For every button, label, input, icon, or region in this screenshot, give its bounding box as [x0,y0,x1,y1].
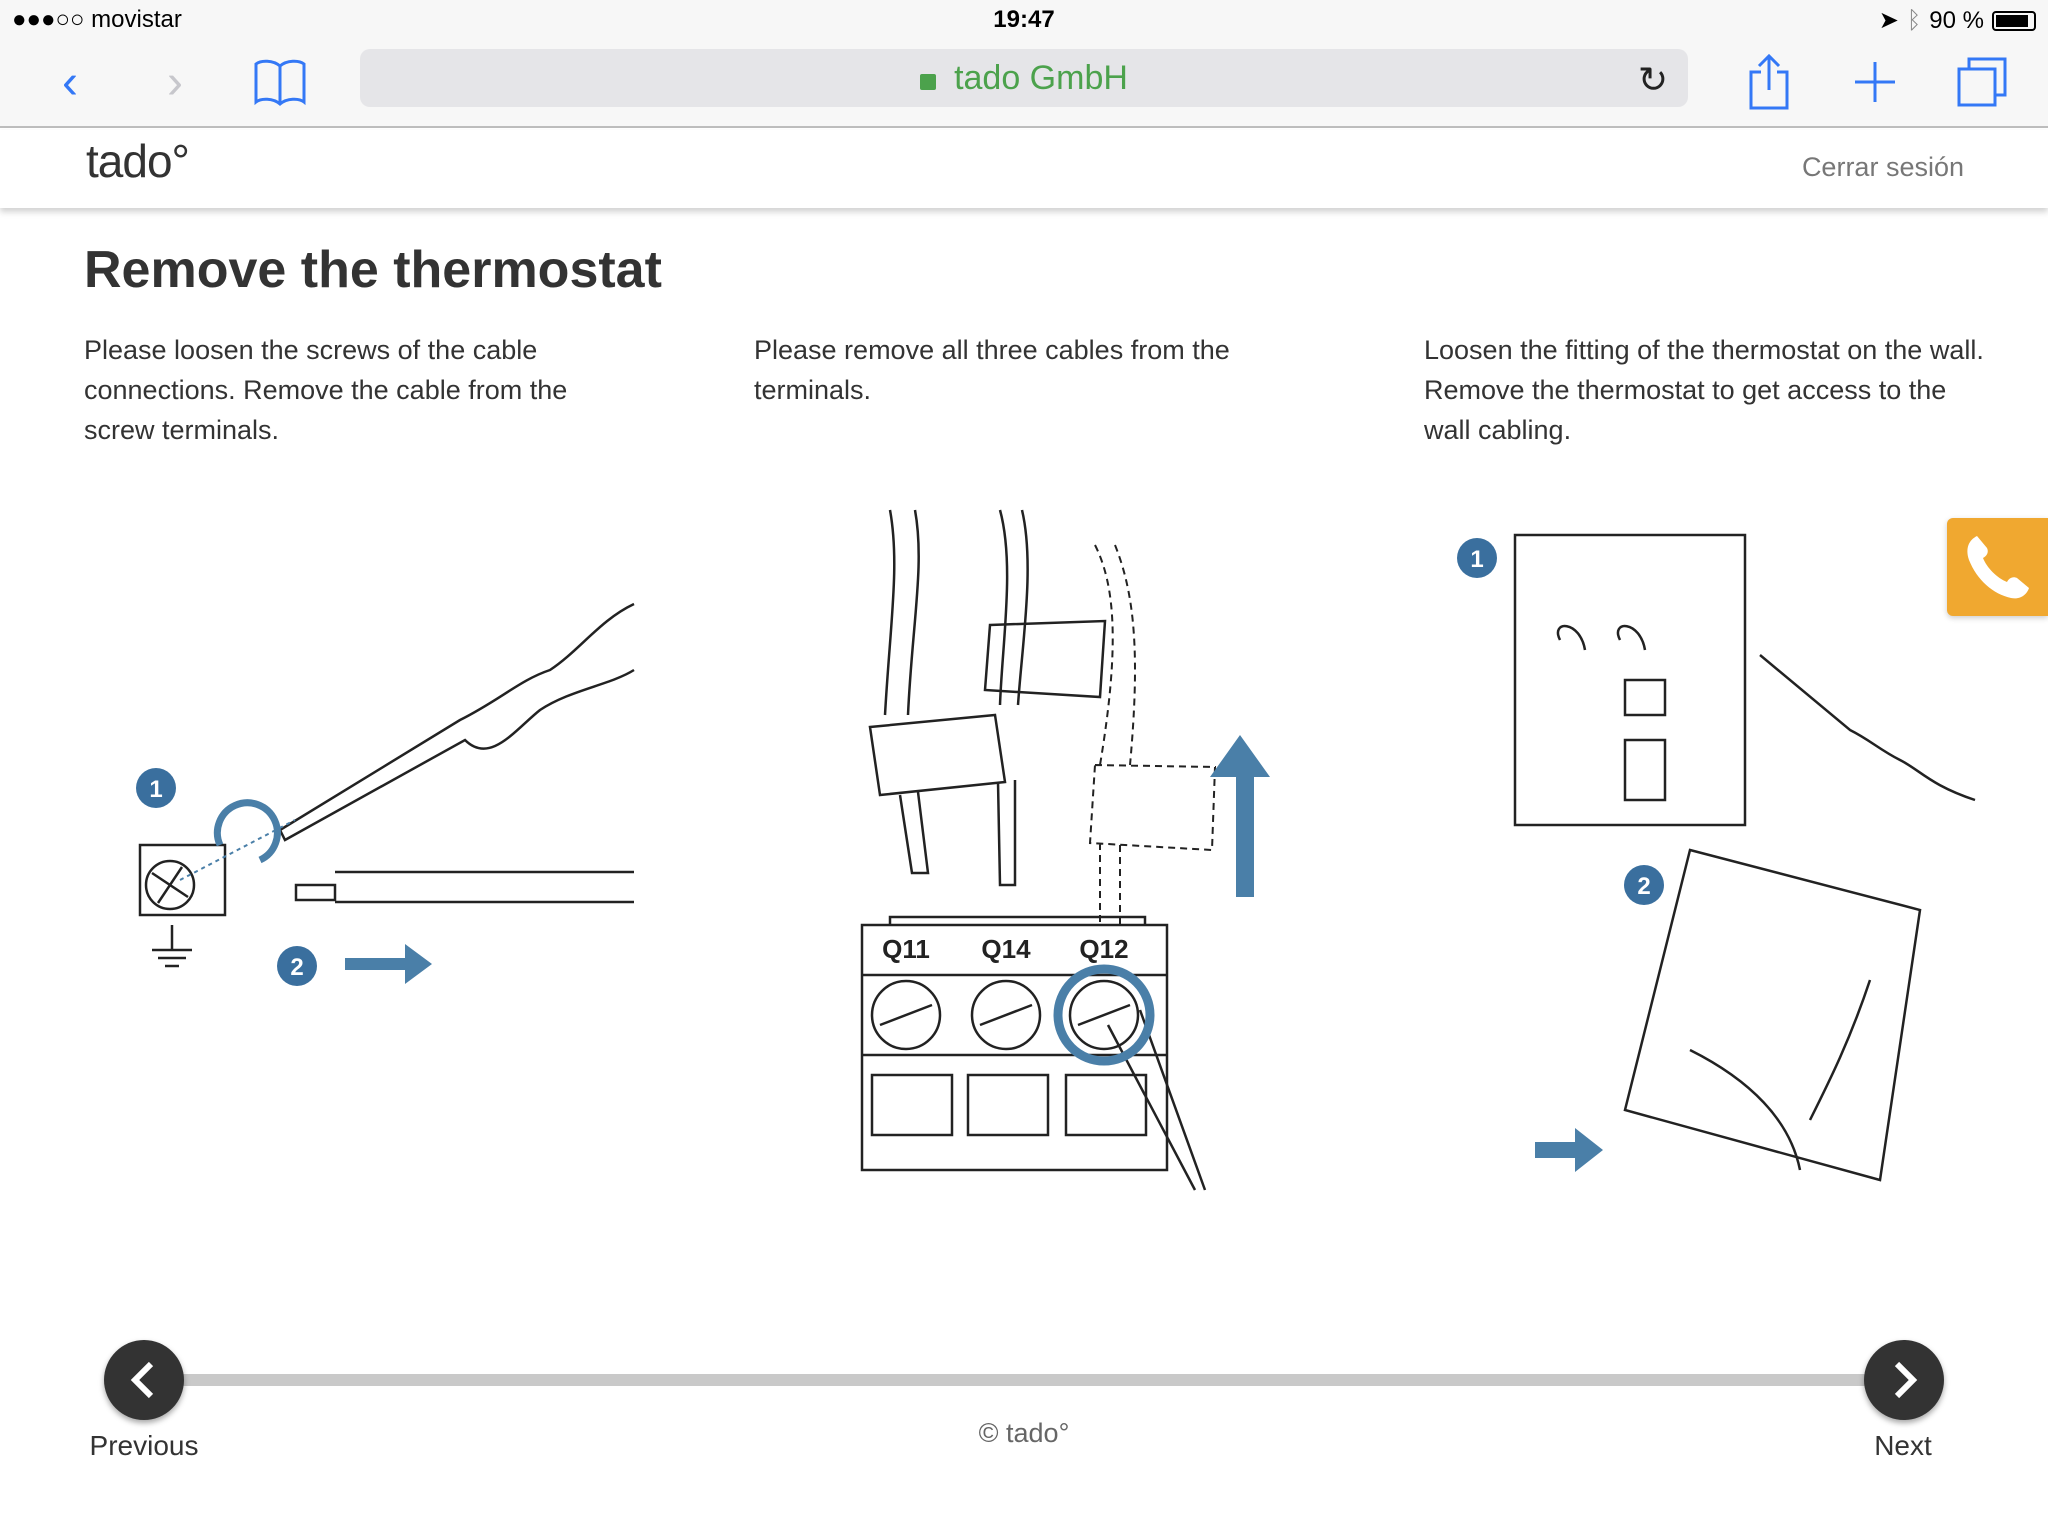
clock: 19:47 [993,6,1055,33]
logout-link[interactable]: Cerrar sesión [1802,152,1964,183]
back-button[interactable]: ‹ [50,52,90,112]
svg-text:2: 2 [290,954,303,981]
step-3-text: Loosen the fitting of the thermostat on … [1424,335,1984,445]
illustration-remove-cables: Q11 Q14 Q12 [860,509,1270,1191]
status-bar: ●●●○○ movistar 19:47 ➤ ᛒ 90 % [0,0,2048,40]
address-bar[interactable]: tado GmbH ↻ [360,49,1688,107]
svg-text:1: 1 [1470,546,1483,573]
step-2-text: Please remove all three cables from the … [754,335,1230,405]
step-1-text: Please loosen the screws of the cable co… [84,335,568,445]
svg-text:2: 2 [1637,873,1650,900]
forward-button[interactable]: › [155,52,195,112]
terminal-label: Q11 [882,934,930,964]
bluetooth-icon: ᛒ [1906,6,1922,34]
copyright: © tado° [978,1418,1070,1448]
terminal-label: Q12 [1079,934,1128,964]
battery-percent: 90 % [1929,6,1984,34]
chevron-left-icon [130,1361,154,1399]
url-title: tado GmbH [954,58,1128,97]
plus-icon [1855,62,1895,102]
lock-icon [920,74,937,90]
bookmarks-button[interactable] [250,52,310,112]
call-button[interactable] [1947,518,2048,616]
new-tab-button[interactable] [1852,52,1898,112]
location-icon: ➤ [1878,7,1899,34]
terminal-label: Q14 [981,934,1031,964]
share-button[interactable] [1745,52,1793,112]
battery-icon [1992,10,2036,31]
illustration-remove-thermostat: 1 2 [1457,533,1976,1182]
next-button[interactable] [1864,1340,1944,1420]
tabs-button[interactable] [1956,52,2008,112]
previous-button[interactable] [104,1340,184,1420]
tabs-icon [1957,57,2007,107]
page-title: Remove the thermostat [84,241,662,299]
illustration-loosen-screw: 1 2 [136,602,635,986]
progress-track [160,1374,1890,1386]
phone-icon [1966,536,2029,599]
svg-text:1: 1 [149,776,162,803]
browser-toolbar: ‹ › tado GmbH ↻ [0,40,2048,128]
reload-icon[interactable]: ↻ [1638,59,1668,101]
site-header: tado° Cerrar sesión [0,130,2048,208]
chevron-right-icon [1894,1361,1918,1399]
book-icon [254,59,306,106]
share-icon [1749,54,1789,110]
tado-logo[interactable]: tado° [86,134,190,188]
